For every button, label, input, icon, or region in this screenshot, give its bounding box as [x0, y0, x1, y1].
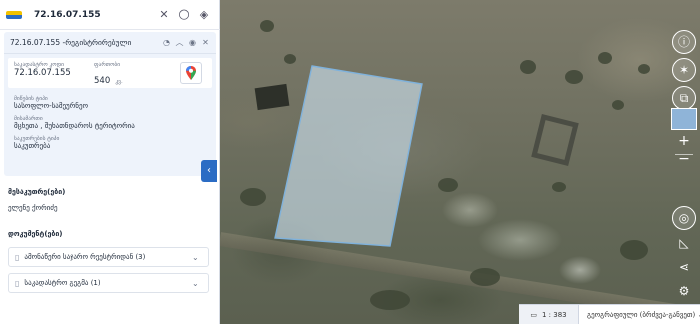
- settings-icon[interactable]: ⚙: [672, 280, 696, 304]
- info-icon[interactable]: ⓘ: [672, 30, 696, 54]
- search-icon[interactable]: ○: [174, 7, 194, 22]
- scale-value: 1 : 383: [542, 310, 567, 319]
- chevron-down-icon: ⌄: [192, 278, 199, 288]
- chevron-down-icon: ⌄: [192, 252, 199, 262]
- share-icon[interactable]: ⋖: [672, 256, 696, 280]
- close-icon[interactable]: ✕: [154, 8, 174, 21]
- compass-icon[interactable]: ✶: [672, 58, 696, 82]
- category-value: სასოფლო-სამეურნეო: [14, 102, 88, 110]
- layer-value: გეოგრაფიული (ბრძვეა-განვეთ): [587, 310, 696, 319]
- address-value: მცხეთა , შუხათნდაროს ტერიტორია: [14, 122, 135, 130]
- documents-heading: დოკუმენტ(ები): [8, 230, 63, 238]
- owner-value: ელენე ქორიძე: [8, 204, 58, 212]
- owner-heading: მესაკუთრე(ები): [8, 188, 66, 196]
- parcel-summary: საკადასტრო კოდი 72.16.07.155 ფართობი 540…: [8, 58, 212, 88]
- layer-select[interactable]: გეოგრაფიული (ბრძვეა-განვეთ) ⌄: [579, 311, 700, 319]
- map-statusbar: ▭ 1 : 383 გეოგრაფიული (ბრძვეა-განვეთ) ⌄: [519, 304, 700, 324]
- search-bar: 72.16.07.155 ✕ ○ ◈: [0, 0, 220, 30]
- layers-stack-icon[interactable]: ⧉: [672, 86, 696, 110]
- google-maps-icon[interactable]: [180, 62, 202, 84]
- area-value: 540: [94, 76, 111, 86]
- card-code: 72.16.07.155: [10, 38, 61, 47]
- map-toolbar: ⓘ ✶ ⧉ + − ◎ ◺ ⋖ ⚙: [671, 30, 697, 298]
- layers-icon[interactable]: ◈: [194, 8, 214, 21]
- chevron-up-icon[interactable]: ︿: [173, 37, 186, 48]
- card-title: 72.16.07.155 -რეგისტრირებული: [10, 38, 160, 47]
- satellite-map[interactable]: ⓘ ✶ ⧉ + − ◎ ◺ ⋖ ⚙: [220, 0, 700, 324]
- parcel-polygon[interactable]: [274, 65, 423, 247]
- basemap-thumbnail[interactable]: [671, 108, 697, 130]
- measure-icon[interactable]: ◺: [672, 232, 696, 256]
- area-unit: კვ.: [115, 79, 123, 85]
- purpose-value: საკუთრება: [14, 142, 51, 150]
- logo-icon: [6, 8, 22, 22]
- ruler-icon: ▭: [530, 310, 537, 319]
- side-panel: 72.16.07.155 ✕ ○ ◈ 72.16.07.155 -რეგისტრ…: [0, 0, 220, 324]
- search-input[interactable]: 72.16.07.155: [34, 10, 154, 20]
- eye-icon[interactable]: ◉: [186, 38, 199, 47]
- document-label: საკადასტრო გეგმა (1): [24, 279, 101, 287]
- location-icon[interactable]: ◎: [672, 206, 696, 230]
- parcel-card: 72.16.07.155 -რეგისტრირებული ◔ ︿ ◉ ✕ საკ…: [4, 32, 216, 176]
- close-icon[interactable]: ✕: [199, 38, 212, 47]
- zoom-out-icon[interactable]: −: [672, 148, 696, 172]
- card-header: 72.16.07.155 -რეგისტრირებული ◔ ︿ ◉ ✕: [4, 32, 216, 54]
- parcel-svg: [274, 65, 423, 247]
- document-item[interactable]: ▯ საკადასტრო გეგმა (1) ⌄: [8, 273, 209, 293]
- scale-display[interactable]: ▭ 1 : 383: [519, 304, 579, 324]
- document-icon: ▯: [15, 252, 20, 262]
- palette-icon[interactable]: ◔: [160, 38, 173, 47]
- document-label: ამონაწერი საჯარო რეესტრიდან (3): [24, 253, 146, 261]
- code-value: 72.16.07.155: [14, 68, 71, 78]
- document-item[interactable]: ▯ ამონაწერი საჯარო რეესტრიდან (3) ⌄: [8, 247, 209, 267]
- document-icon: ▯: [15, 278, 20, 288]
- card-status: -რეგისტრირებული: [62, 38, 132, 47]
- parcel-details: მიწების ტიპი სასოფლო-სამეურნეო მისამართი…: [14, 96, 135, 156]
- chevron-left-icon[interactable]: ‹: [201, 160, 217, 182]
